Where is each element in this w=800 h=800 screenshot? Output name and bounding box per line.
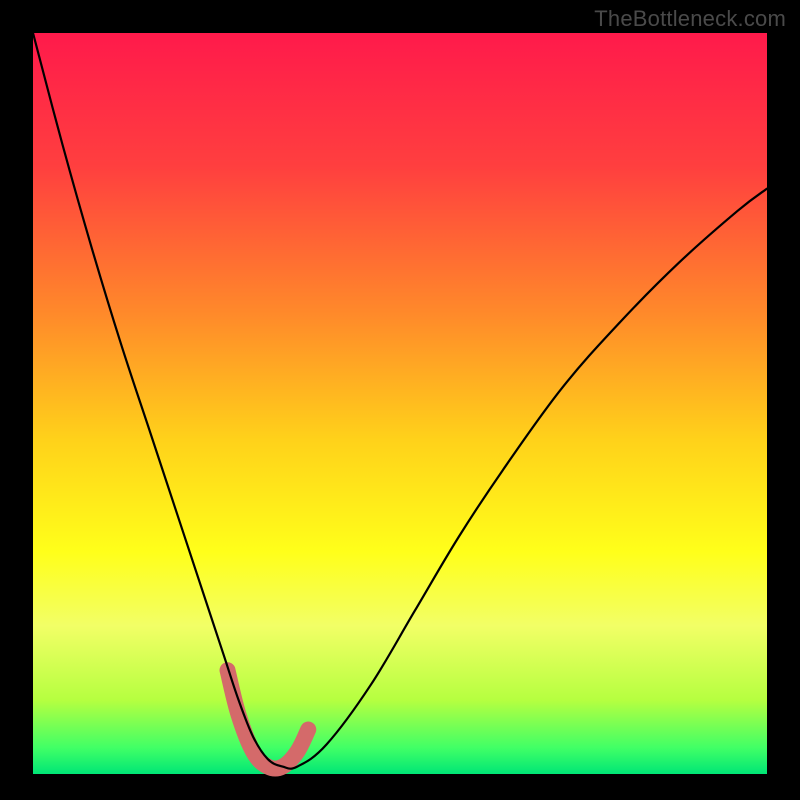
plot-background: [33, 33, 767, 774]
watermark-text: TheBottleneck.com: [594, 6, 786, 32]
bottleneck-chart: [0, 0, 800, 800]
chart-frame: [0, 0, 800, 800]
